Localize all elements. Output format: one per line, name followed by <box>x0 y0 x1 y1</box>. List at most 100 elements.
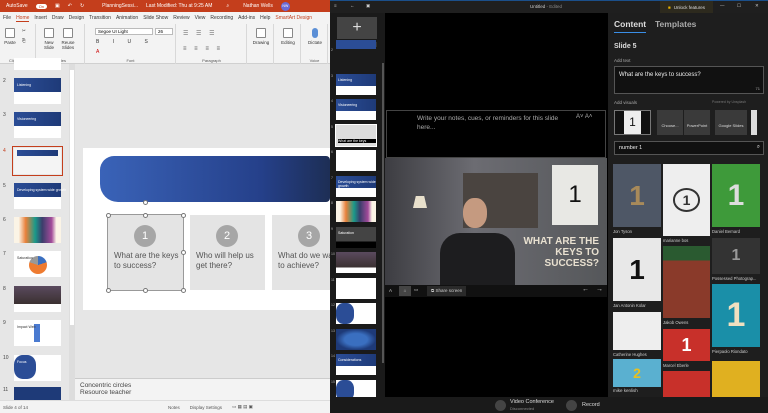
avatar[interactable]: NW <box>280 1 290 11</box>
slide-thumbnail-11[interactable] <box>14 387 61 400</box>
card-text[interactable]: What are the keys to success? <box>114 251 178 271</box>
font-size-buttons[interactable]: A˅ A˄ <box>576 114 592 120</box>
add-slide-button[interactable]: + <box>337 17 377 39</box>
slide-thumbnail[interactable] <box>336 40 376 49</box>
slide-thumbnail-4-selected[interactable] <box>12 146 63 176</box>
font-color-button[interactable]: A <box>96 49 104 55</box>
editing-button[interactable]: Editing <box>277 28 299 45</box>
slide-thumbnail[interactable] <box>336 150 376 171</box>
layout-slide-button[interactable]: ▭ <box>414 287 418 293</box>
resize-handle[interactable] <box>106 288 111 293</box>
tab-review[interactable]: Review <box>173 15 189 21</box>
menu-icon[interactable]: ≡ <box>334 3 337 8</box>
font-size-select[interactable]: 26 <box>155 28 173 35</box>
back-icon[interactable]: ← <box>350 3 355 8</box>
selected-visual-thumbnail[interactable]: 1 <box>614 110 651 135</box>
speaker-notes-input[interactable]: Write your notes, cues, or reminders for… <box>386 110 606 158</box>
drawing-button[interactable]: Drawing <box>250 28 272 45</box>
share-screen-button[interactable]: ⧉ Share screen <box>427 286 467 296</box>
display-settings-button[interactable]: Display Settings <box>190 405 222 410</box>
tab-design[interactable]: Design <box>69 15 85 21</box>
save-icon[interactable]: ▣ <box>55 3 60 9</box>
image-result[interactable] <box>613 312 661 350</box>
slide-thumbnail[interactable] <box>336 201 376 222</box>
google-slides-import-button[interactable]: Google Slides <box>715 110 747 135</box>
image-result[interactable] <box>663 371 710 397</box>
search-icon[interactable]: ⌕ <box>757 144 760 151</box>
slide-thumbnail[interactable]: Developing system wide growth <box>336 175 376 197</box>
paste-button[interactable]: Paste <box>2 28 18 45</box>
layout-text-button[interactable]: A <box>389 288 392 293</box>
resize-handle[interactable] <box>181 288 186 293</box>
font-name-select[interactable]: Segoe UI Light <box>95 28 153 35</box>
record-button[interactable]: Record <box>582 402 600 408</box>
new-slide-button[interactable]: New Slide <box>40 28 58 50</box>
slide-thumbnail[interactable]: What are the keys <box>335 123 377 147</box>
image-result[interactable]: 1 <box>712 284 760 347</box>
tab-templates[interactable]: Templates <box>655 19 696 29</box>
layout-camera-button[interactable]: ⌂ <box>399 286 411 296</box>
slide-thumbnail[interactable]: Considerations <box>336 354 376 375</box>
image-result[interactable]: 1 <box>613 238 661 301</box>
resize-handle[interactable] <box>181 250 186 255</box>
slide-thumbnail-7[interactable] <box>14 251 61 277</box>
image-result[interactable]: 1 <box>712 164 760 227</box>
slide-thumbnail[interactable]: Saturation <box>336 226 376 248</box>
notes-button[interactable]: Notes <box>168 405 180 410</box>
copy-icon[interactable]: ⎘ <box>22 38 26 43</box>
close-button[interactable]: ✕ <box>755 3 759 9</box>
slide-thumbnail[interactable] <box>336 252 376 273</box>
tab-add-ins[interactable]: Add-ins <box>238 15 255 21</box>
tab-home[interactable]: Home <box>16 15 30 22</box>
slide-thumbnail-8[interactable] <box>14 286 61 312</box>
font-format-buttons[interactable]: B I U S <box>96 39 154 45</box>
reuse-slides-button[interactable]: Reuse Slides <box>59 28 77 50</box>
autosave-toggle[interactable]: On <box>35 3 48 9</box>
slide-thumbnail-3[interactable] <box>14 112 61 138</box>
resize-handle[interactable] <box>181 213 186 218</box>
redo-icon[interactable]: ↻ <box>80 3 84 9</box>
slide-thumbnail-9[interactable] <box>14 320 61 346</box>
tab-file[interactable]: File <box>3 15 11 21</box>
notes-pane[interactable]: Concentric circles Resource teacher <box>75 378 330 400</box>
slide-thumbnail-1[interactable] <box>14 58 61 70</box>
dictate-button[interactable]: Dictate <box>304 28 326 45</box>
card-text[interactable]: What do we wa to achieve? <box>278 251 330 271</box>
slide-thumbnail[interactable] <box>336 303 376 324</box>
save-icon[interactable]: ▣ <box>366 3 370 9</box>
slide-thumbnail[interactable] <box>336 277 376 299</box>
view-buttons[interactable]: ▭ ▦ ▤ ▣ <box>232 404 253 410</box>
slide-thumbnail-2[interactable] <box>14 78 61 104</box>
slide-thumbnail[interactable]: Visioneering <box>336 99 376 120</box>
minimize-button[interactable]: — <box>720 3 725 8</box>
image-search-input[interactable]: number 1 ⌕ <box>614 141 764 155</box>
image-result[interactable] <box>712 361 760 397</box>
slide-thumbnail-6[interactable] <box>14 217 61 243</box>
tab-draw[interactable]: Draw <box>52 15 64 21</box>
tab-recording[interactable]: Recording <box>210 15 233 21</box>
slide-thumbnail-5[interactable] <box>14 183 61 209</box>
tab-animation[interactable]: Animation <box>116 15 138 21</box>
smartart-card-1[interactable]: 1 What are the keys to success? <box>107 214 184 291</box>
list-buttons[interactable]: ☰ ☰ ☰ <box>183 30 217 37</box>
tab-insert[interactable]: Insert <box>34 15 47 21</box>
slide-thumbnail-10[interactable] <box>14 355 61 381</box>
rotate-handle[interactable] <box>143 200 148 205</box>
image-result[interactable]: 1 <box>663 164 710 236</box>
tab-smartart-design[interactable]: SmartArt Design <box>275 15 312 21</box>
resize-handle[interactable] <box>143 213 148 218</box>
slide-thumbnail[interactable]: Listening <box>336 73 376 95</box>
smartart-card-3[interactable]: 3 What do we wa to achieve? <box>272 215 330 290</box>
tab-help[interactable]: Help <box>260 15 270 21</box>
next-slide-button[interactable]: → <box>596 286 603 293</box>
card-text[interactable]: Who will help us get there? <box>196 251 254 271</box>
image-result[interactable] <box>663 246 710 318</box>
tab-view[interactable]: View <box>195 15 206 21</box>
video-conference-button[interactable]: Video Conference <box>510 399 554 405</box>
align-buttons[interactable]: ≡ ≡ ≡ ≡ <box>183 46 223 52</box>
image-result[interactable]: 2 <box>613 359 661 387</box>
search-icon[interactable]: ⌕ <box>226 3 229 9</box>
resize-handle[interactable] <box>143 288 148 293</box>
filename[interactable]: PlanningSessi... <box>102 3 138 9</box>
video-conference-icon[interactable] <box>495 400 506 411</box>
